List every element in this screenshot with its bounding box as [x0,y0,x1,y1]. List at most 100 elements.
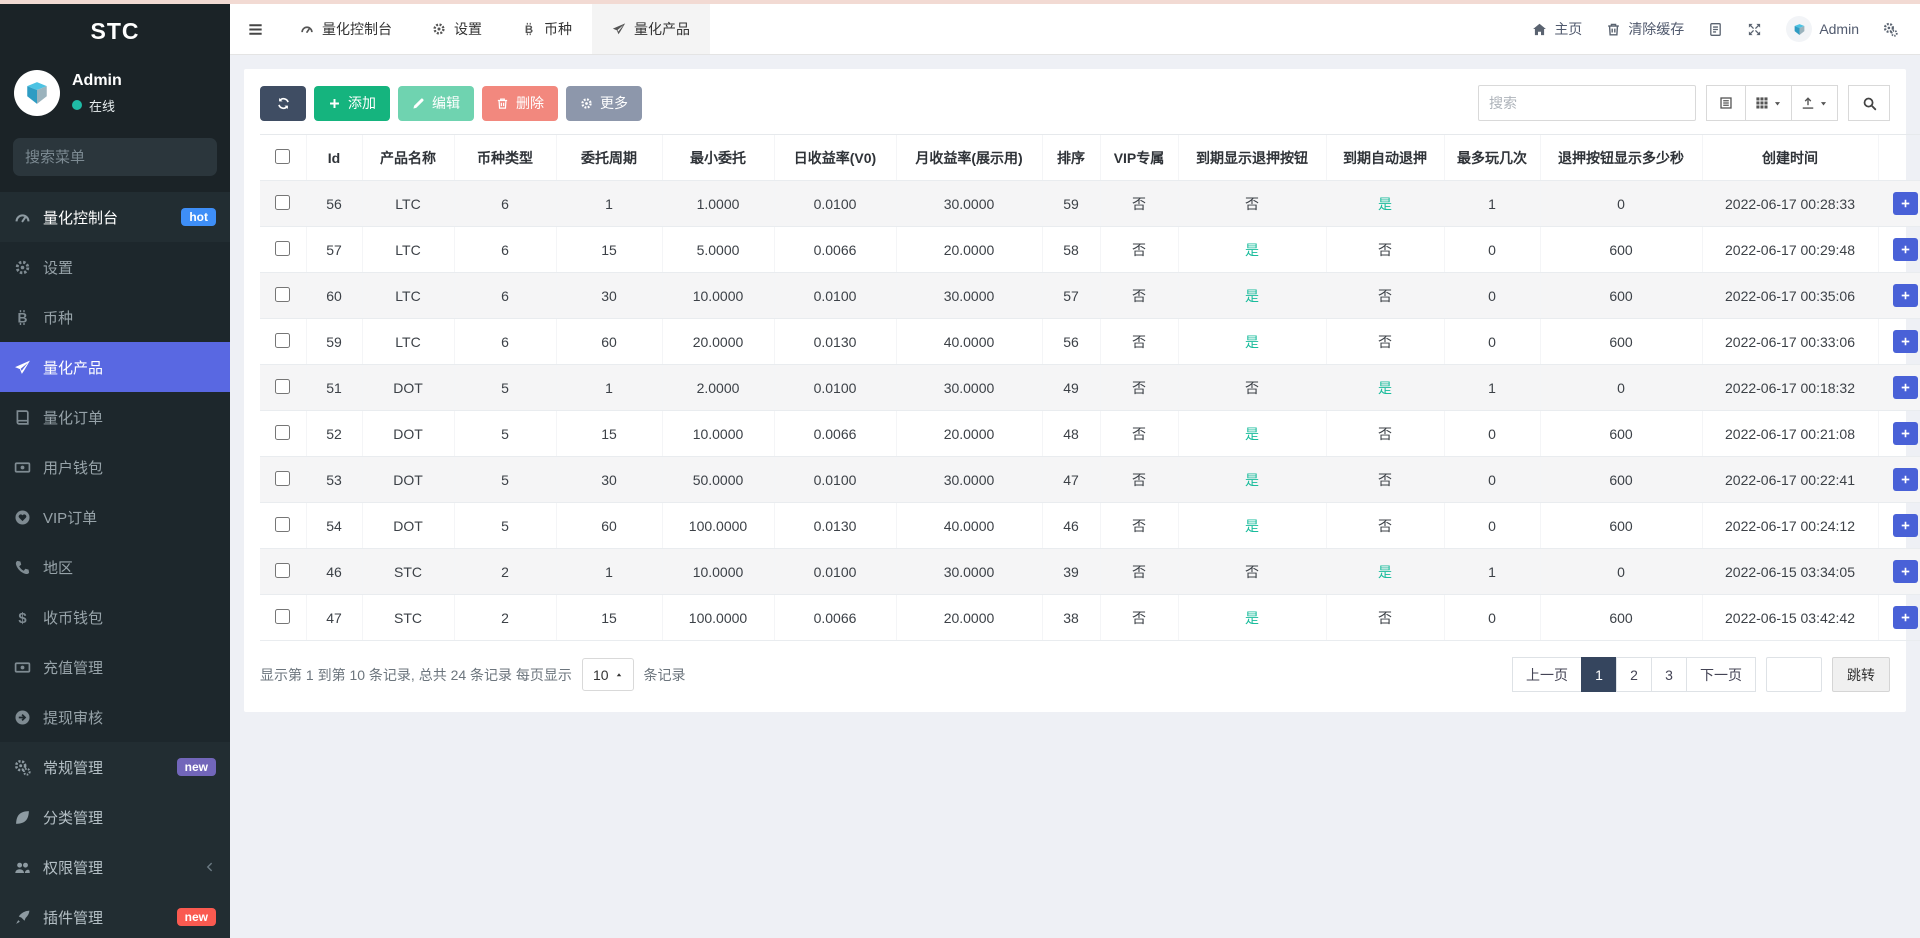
row-add-button[interactable] [1893,192,1918,215]
sidebar-item-量化控制台[interactable]: 量化控制台hot [0,192,230,242]
cell-max_plays: 0 [1444,227,1540,273]
row-add-button[interactable] [1893,330,1918,353]
sidebar-item-量化产品[interactable]: 量化产品 [0,342,230,392]
next-page-button[interactable]: 下一页 [1686,657,1756,692]
row-add-button[interactable] [1893,606,1918,629]
row-checkbox[interactable] [275,609,290,624]
row-add-button[interactable] [1893,284,1918,307]
sidebar-search-input[interactable] [25,149,224,166]
user-name: Admin [72,72,122,90]
sidebar-item-label: 充值管理 [43,657,103,678]
navbar-avatar [1786,16,1812,42]
cell-sort: 59 [1042,181,1100,227]
search-submit-button[interactable] [1848,85,1890,121]
products-table: Id产品名称币种类型委托周期最小委托日收益率(V0)月收益率(展示用)排序VIP… [260,134,1920,641]
table-search-input[interactable] [1478,85,1696,121]
detail-view-button[interactable] [1706,85,1746,121]
sidebar-item-提现审核[interactable]: 提现审核 [0,692,230,742]
more-button[interactable]: 更多 [566,86,642,121]
cell-show_refund_button: 是 [1178,319,1326,365]
fullscreen-button[interactable] [1747,22,1762,37]
cell-period: 60 [556,503,662,549]
column-header-操作: 操作 [1878,135,1920,181]
row-checkbox[interactable] [275,195,290,210]
row-add-button[interactable] [1893,376,1918,399]
cell-day_rate: 0.0066 [774,411,896,457]
tab-量化产品[interactable]: 量化产品 [592,4,710,54]
row-checkbox[interactable] [275,333,290,348]
clear-cache-link[interactable]: 清除缓存 [1606,19,1684,39]
sidebar-item-插件管理[interactable]: 插件管理new [0,892,230,938]
cell-min_order: 100.0000 [662,595,774,641]
prev-page-button[interactable]: 上一页 [1512,657,1582,692]
cell-id: 46 [306,549,362,595]
row-checkbox[interactable] [275,563,290,578]
delete-button[interactable]: 删除 [482,86,558,121]
row-add-button[interactable] [1893,468,1918,491]
row-add-button[interactable] [1893,238,1918,261]
cell-created_at: 2022-06-17 00:35:06 [1702,273,1878,319]
jump-page-input[interactable] [1766,657,1822,692]
sidebar-item-充值管理[interactable]: 充值管理 [0,642,230,692]
export-button[interactable] [1791,85,1838,121]
cell-period: 1 [556,365,662,411]
sidebar-item-用户钱包[interactable]: 用户钱包 [0,442,230,492]
row-checkbox[interactable] [275,287,290,302]
refresh-button[interactable] [260,86,306,121]
cogs-icon [1883,22,1898,37]
jump-button[interactable]: 跳转 [1832,657,1890,692]
tab-设置[interactable]: 设置 [412,4,502,54]
home-link[interactable]: 主页 [1532,19,1582,39]
cell-period: 1 [556,549,662,595]
tab-label: 币种 [544,19,572,39]
plus-icon [1900,290,1911,301]
row-checkbox[interactable] [275,379,290,394]
brand-logo: STC [0,4,230,58]
row-checkbox[interactable] [275,241,290,256]
columns-button[interactable] [1745,85,1792,121]
page-button-3[interactable]: 3 [1651,657,1687,692]
row-add-button[interactable] [1893,422,1918,445]
cell-coin_type: 5 [454,411,556,457]
cell-max_plays: 0 [1444,595,1540,641]
cell-id: 54 [306,503,362,549]
sidebar-toggle-button[interactable] [230,4,280,54]
user-menu[interactable]: Admin [1786,16,1859,42]
gear-icon [14,259,31,276]
row-add-button[interactable] [1893,560,1918,583]
send-icon [612,22,626,36]
cell-auto_refund: 否 [1326,503,1444,549]
sidebar-item-地区[interactable]: 地区 [0,542,230,592]
cell-refund_button_seconds: 600 [1540,457,1702,503]
page-size-dropdown[interactable]: 10 [582,658,634,691]
sidebar-item-设置[interactable]: 设置 [0,242,230,292]
sidebar-item-币种[interactable]: 币种 [0,292,230,342]
tab-量化控制台[interactable]: 量化控制台 [280,4,412,54]
cell-refund_button_seconds: 0 [1540,365,1702,411]
page-button-1[interactable]: 1 [1581,657,1617,692]
edit-button[interactable]: 编辑 [398,86,474,121]
language-button[interactable] [1708,22,1723,37]
sidebar-item-VIP订单[interactable]: VIP订单 [0,492,230,542]
bitcoin-icon [522,22,536,36]
sidebar-item-收币钱包[interactable]: 收币钱包 [0,592,230,642]
table-row: 57LTC6155.00000.006620.000058否是否06002022… [260,227,1920,273]
row-checkbox[interactable] [275,425,290,440]
sidebar-item-label: 用户钱包 [43,457,103,478]
add-button[interactable]: 添加 [314,86,390,121]
tab-币种[interactable]: 币种 [502,4,592,54]
plus-icon [1900,428,1911,439]
settings-menu-button[interactable] [1883,22,1898,37]
sidebar-item-常规管理[interactable]: 常规管理new [0,742,230,792]
select-all-checkbox[interactable] [275,149,290,164]
new-badge: new [177,908,216,926]
sidebar-item-量化订单[interactable]: 量化订单 [0,392,230,442]
sidebar-item-权限管理[interactable]: 权限管理 [0,842,230,892]
row-checkbox[interactable] [275,471,290,486]
gear-icon [580,97,593,110]
cell-actions [1878,411,1920,457]
page-button-2[interactable]: 2 [1616,657,1652,692]
sidebar-item-分类管理[interactable]: 分类管理 [0,792,230,842]
row-checkbox[interactable] [275,517,290,532]
row-add-button[interactable] [1893,514,1918,537]
